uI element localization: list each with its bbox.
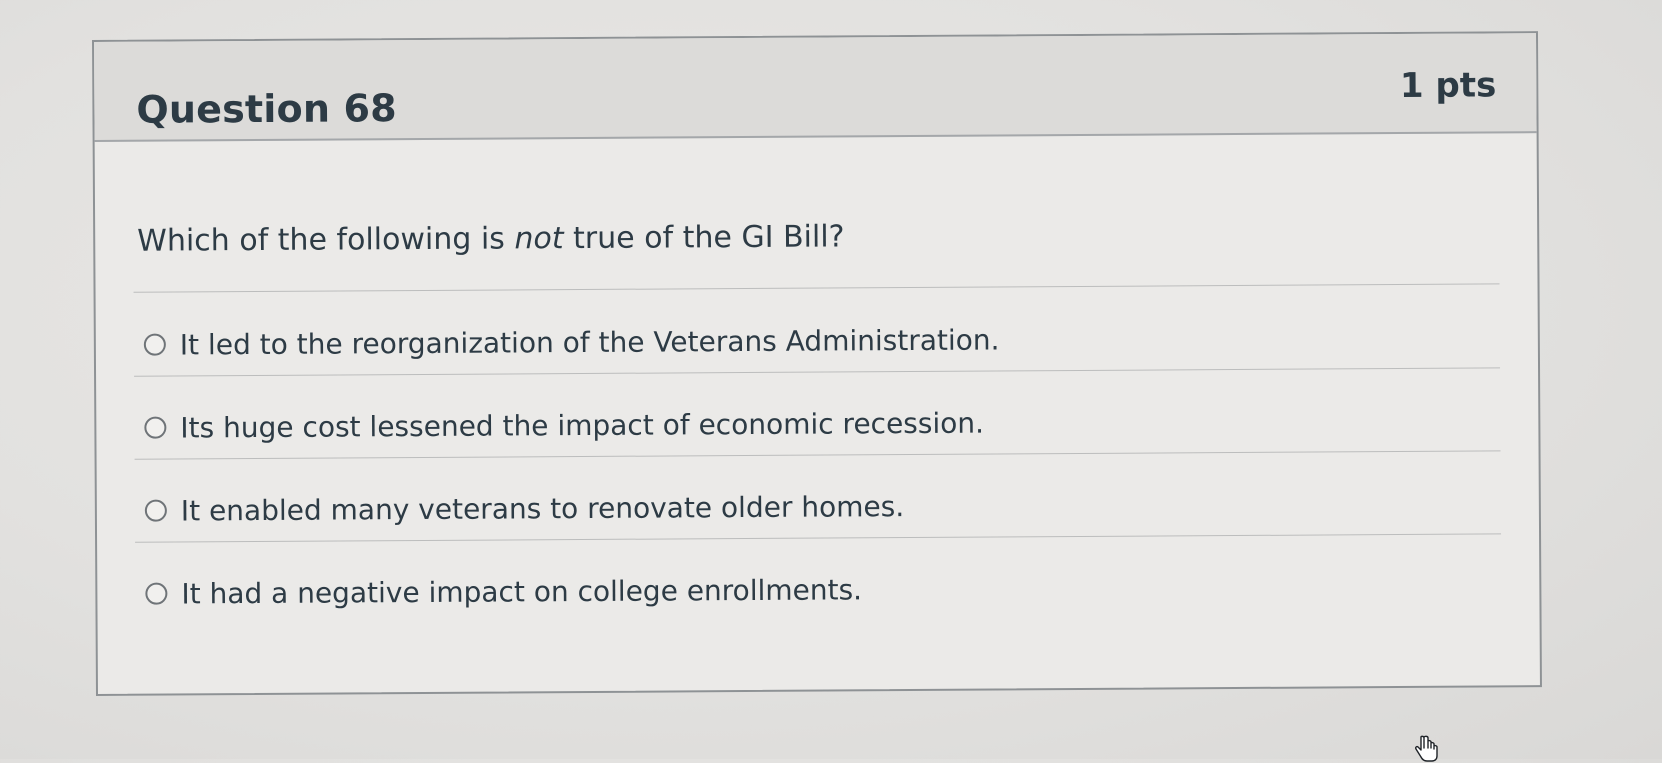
answer-divider xyxy=(134,367,1501,377)
question-title: Question 68 xyxy=(136,86,397,132)
question-text-end: true of the GI Bill? xyxy=(563,219,845,257)
question-card: Question 68 1 pts Which of the following… xyxy=(92,31,1542,696)
answer-label[interactable]: Its huge cost lessened the impact of eco… xyxy=(180,406,984,444)
answer-divider xyxy=(133,283,1500,293)
question-text-emphasis: not xyxy=(514,221,564,257)
answer-option[interactable]: It enabled many veterans to renovate old… xyxy=(144,486,905,531)
answer-option[interactable]: Its huge cost lessened the impact of eco… xyxy=(144,403,984,448)
answer-label[interactable]: It led to the reorganization of the Vete… xyxy=(180,323,1000,361)
question-points: 1 pts xyxy=(1399,65,1497,107)
answer-divider xyxy=(134,450,1501,460)
radio-unselected-icon[interactable] xyxy=(144,416,167,439)
answer-option[interactable]: It led to the reorganization of the Vete… xyxy=(143,319,1000,364)
question-text-start: Which of the following is xyxy=(137,221,515,259)
answer-label[interactable]: It had a negative impact on college enro… xyxy=(181,573,862,610)
radio-unselected-icon[interactable] xyxy=(143,333,166,356)
answer-divider xyxy=(135,533,1502,543)
radio-unselected-icon[interactable] xyxy=(145,582,168,605)
question-text: Which of the following is not true of th… xyxy=(137,219,845,258)
answer-label[interactable]: It enabled many veterans to renovate old… xyxy=(181,490,905,527)
answer-option[interactable]: It had a negative impact on college enro… xyxy=(145,569,862,613)
question-header: Question 68 1 pts xyxy=(94,33,1537,142)
radio-unselected-icon[interactable] xyxy=(144,499,167,522)
